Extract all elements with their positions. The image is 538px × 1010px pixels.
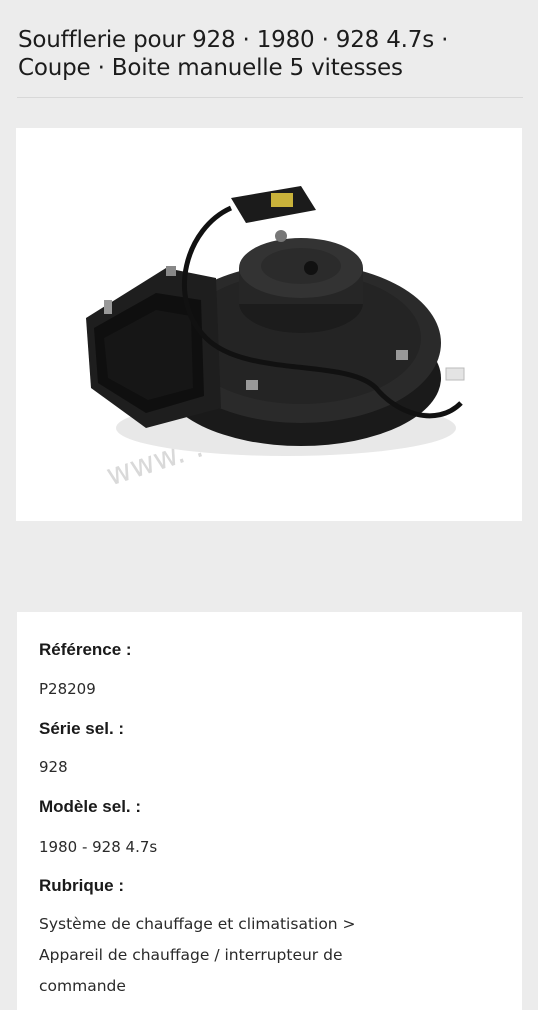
rubrique-line-1: Système de chauffage et climatisation > [39,915,356,933]
rubrique-line-2: Appareil de chauffage / interrupteur de [39,946,343,964]
product-image[interactable]: www. .com [16,128,522,521]
rubrique-value: Système de chauffage et climatisation > … [39,909,499,1002]
serie-value: 928 [39,758,68,776]
rubrique-label: Rubrique : [39,876,124,895]
serie-label: Série sel. : [39,719,125,738]
page-title-line-1: Soufflerie pour 928 · 1980 · 928 4.7s · [18,27,449,53]
title-divider [17,97,523,98]
modele-value: 1980 - 928 4.7s [39,838,158,856]
reference-label: Référence : [39,640,132,659]
product-details-card: Référence : P28209 Série sel. : 928 Modè… [17,612,522,1010]
rubrique-line-3: commande [39,977,126,995]
modele-label: Modèle sel. : [39,797,142,816]
page-title: Soufflerie pour 928 · 1980 · 928 4.7s · … [18,26,523,82]
page-title-line-2: Coupe · Boite manuelle 5 vitesses [18,55,403,81]
reference-value: P28209 [39,680,96,698]
blower-illustration: www. .com [86,186,465,493]
